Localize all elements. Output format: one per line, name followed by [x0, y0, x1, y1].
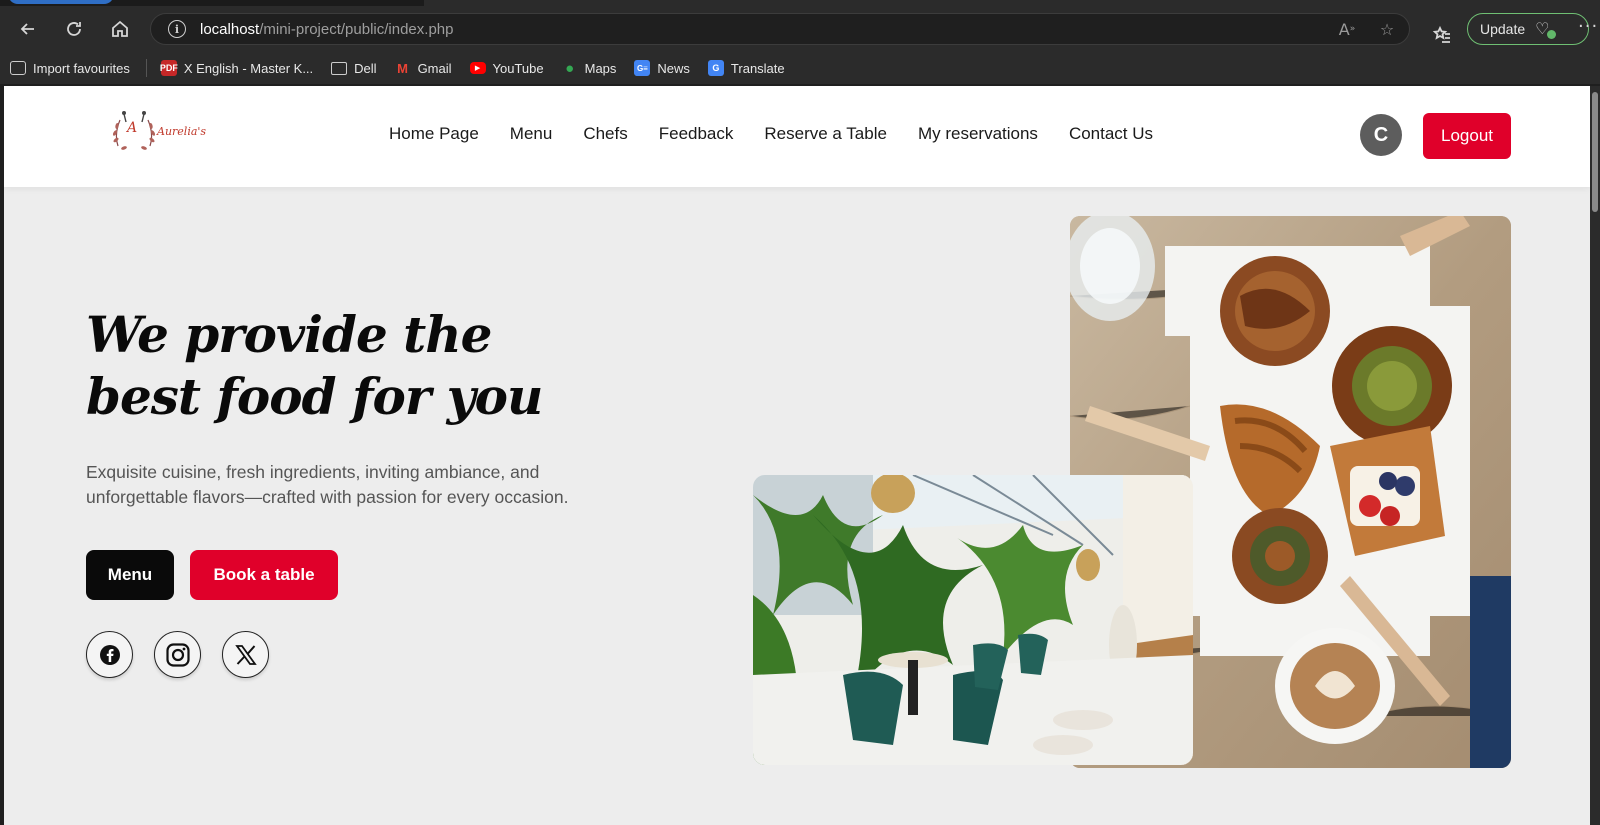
read-aloud-icon[interactable]: A» [1337, 19, 1357, 39]
hero-title-line-1: We provide the [86, 305, 492, 364]
import-icon [10, 61, 26, 75]
bookmark-label: Dell [354, 60, 377, 76]
folder-icon [331, 61, 348, 75]
home-icon [112, 20, 128, 37]
bookmark-label: Translate [730, 60, 785, 76]
pdf-icon: PDF [160, 60, 178, 76]
update-label: Update [1480, 21, 1526, 37]
heart-icon: ♡ [1535, 19, 1556, 39]
reload-button[interactable] [56, 11, 92, 47]
nav-chefs[interactable]: Chefs [583, 124, 627, 144]
site-navbar: A Aurelia's Home Page Menu Chefs Feedbac… [4, 86, 1590, 187]
bookmark-label: X English - Master K... [183, 60, 314, 76]
translate-icon: G [707, 60, 724, 76]
address-bar[interactable]: i localhost/mini-project/public/index.ph… [150, 13, 1410, 45]
bookmark-label: News [657, 60, 690, 76]
nav-home-page[interactable]: Home Page [389, 124, 479, 144]
news-icon: G≡ [634, 60, 651, 76]
nav-contact-us[interactable]: Contact Us [1069, 124, 1153, 144]
browser-toolbar: i localhost/mini-project/public/index.ph… [0, 6, 1600, 52]
bookmark-youtube[interactable]: ▶ YouTube [469, 60, 544, 76]
cafe-interior-photo [753, 475, 1193, 765]
home-button[interactable] [102, 11, 138, 47]
favorites-button[interactable] [1424, 17, 1460, 53]
bookmark-label: Import favourites [33, 60, 130, 76]
nav-feedback[interactable]: Feedback [659, 124, 734, 144]
back-arrow-icon [20, 23, 34, 35]
nav-my-reservations[interactable]: My reservations [918, 124, 1038, 144]
facebook-link[interactable] [86, 631, 133, 678]
bookmark-maps[interactable]: ● Maps [562, 59, 617, 77]
site-logo[interactable]: A Aurelia's [110, 108, 220, 160]
hero-title-line-2: best food for you [86, 367, 543, 426]
bookmark-import-favourites[interactable]: Import favourites [10, 61, 130, 76]
bookmark-label: Gmail [417, 60, 452, 76]
social-links [86, 631, 269, 678]
bookmark-dell[interactable]: Dell [331, 60, 377, 76]
logo-letter: A [127, 120, 138, 136]
more-menu-icon[interactable]: ··· [1578, 16, 1598, 37]
menu-button[interactable]: Menu [86, 550, 174, 600]
x-icon [234, 644, 257, 665]
favorites-list-icon [1432, 25, 1450, 43]
back-button[interactable] [10, 11, 46, 47]
main-nav: Home Page Menu Chefs Feedback Reserve a … [389, 124, 1184, 144]
hero-subtitle: Exquisite cuisine, fresh ingredients, in… [86, 462, 569, 507]
bookmark-gmail[interactable]: M Gmail [395, 60, 452, 76]
favorite-star-icon[interactable]: ☆ [1377, 19, 1397, 39]
bookmark-translate[interactable]: G Translate [707, 60, 785, 76]
bookmarks-bar: Import favourites PDF X English - Master… [0, 52, 1600, 84]
web-page: A Aurelia's Home Page Menu Chefs Feedbac… [4, 86, 1590, 825]
reload-icon [67, 22, 81, 36]
instagram-icon [165, 642, 190, 667]
url-text[interactable]: localhost/mini-project/public/index.php [200, 21, 453, 38]
url-path: /mini-project/public/index.php [259, 20, 454, 38]
url-host: localhost [200, 20, 260, 38]
maps-icon: ● [565, 59, 575, 77]
nav-menu[interactable]: Menu [510, 124, 553, 144]
bookmark-x-english[interactable]: PDF X English - Master K... [160, 60, 314, 76]
bookmark-label: YouTube [492, 60, 544, 76]
user-avatar[interactable]: C [1360, 114, 1402, 156]
hero-title: We provide the best food for you [86, 304, 543, 428]
nav-reserve-a-table[interactable]: Reserve a Table [764, 124, 887, 144]
book-table-button[interactable]: Book a table [190, 550, 338, 600]
x-link[interactable] [222, 631, 269, 678]
bookmark-label: Maps [584, 60, 617, 76]
bookmark-separator [145, 59, 147, 77]
active-tab[interactable] [8, 0, 114, 4]
logo-name: Aurelia's [157, 125, 207, 138]
logout-button[interactable]: Logout [1423, 113, 1511, 159]
gmail-icon: M [397, 60, 408, 76]
instagram-link[interactable] [154, 631, 201, 678]
page-scrollbar[interactable] [1590, 86, 1600, 825]
update-button[interactable]: Update ♡ [1467, 13, 1589, 45]
site-info-icon[interactable]: i [168, 20, 186, 38]
scrollbar-thumb[interactable] [1592, 92, 1598, 212]
youtube-icon: ▶ [469, 62, 486, 74]
bookmark-news[interactable]: G≡ News [634, 60, 690, 76]
facebook-icon [99, 644, 120, 665]
